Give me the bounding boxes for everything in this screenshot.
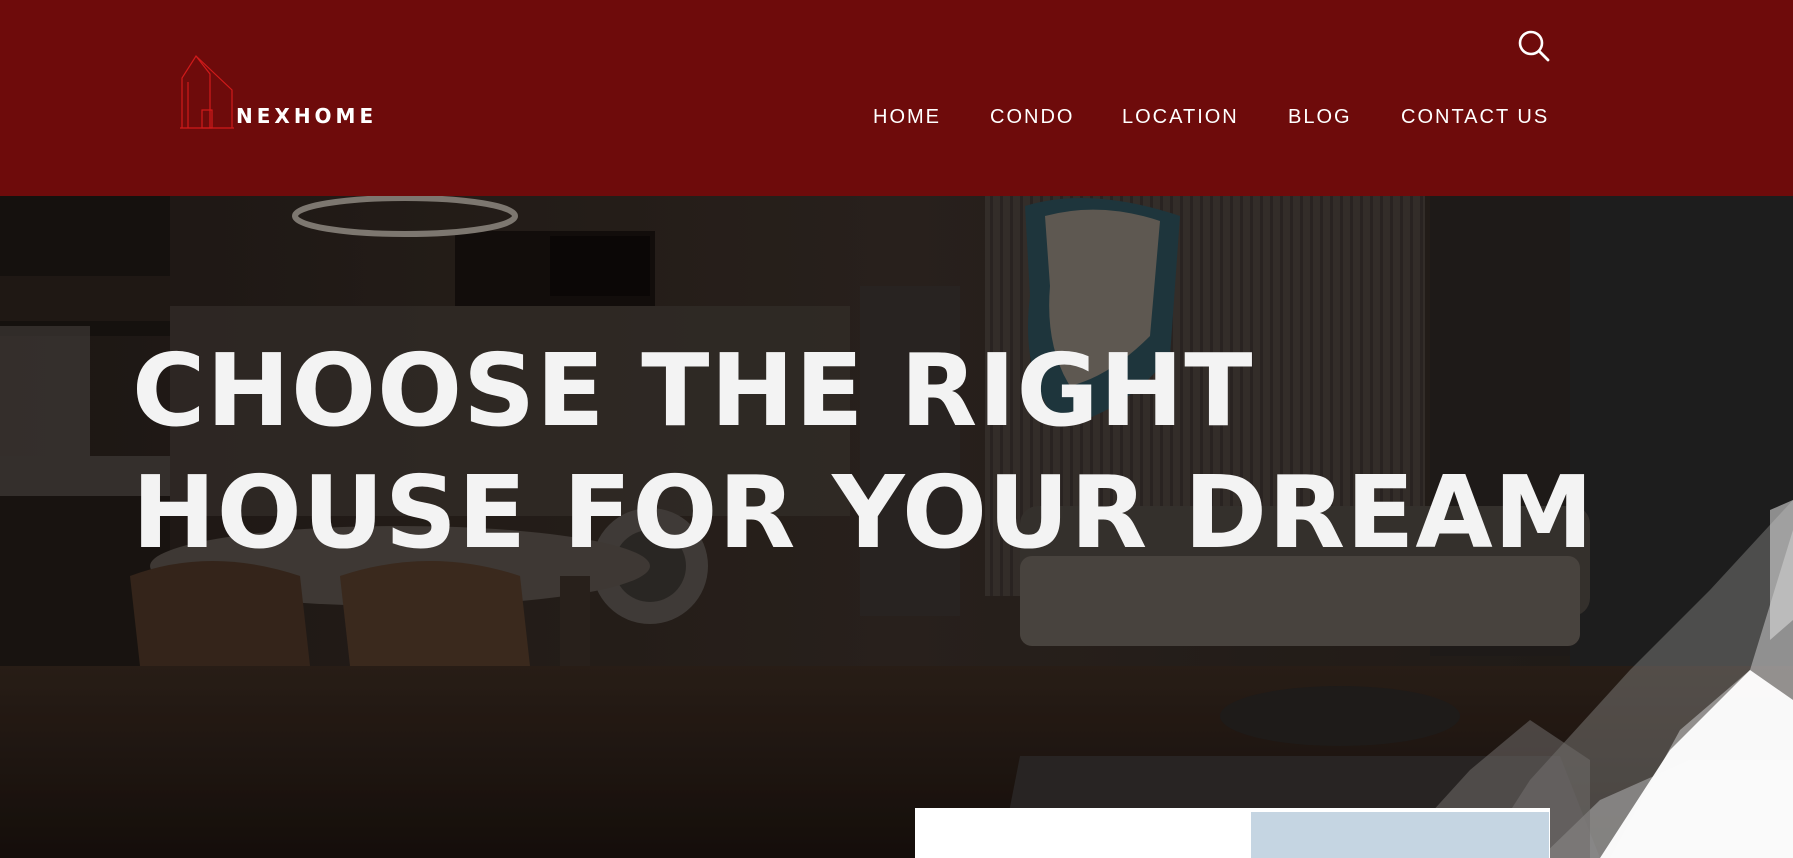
nav-home[interactable]: HOME (873, 106, 941, 129)
nav-condo[interactable]: CONDO (990, 106, 1074, 129)
nav-location[interactable]: LOCATION (1122, 106, 1239, 129)
nav-blog[interactable]: BLOG (1288, 106, 1352, 129)
hero-headline: CHOOSE THE RIGHT HOUSE FOR YOUR DREAM (132, 330, 1594, 574)
headline-line-1: CHOOSE THE RIGHT (132, 332, 1254, 449)
site-header: NEXHOME HOME CONDO LOCATION BLOG CONTACT… (0, 0, 1793, 196)
search-icon[interactable] (1516, 28, 1552, 64)
hero-card (915, 808, 1550, 858)
nav-contact-us[interactable]: CONTACT US (1401, 106, 1549, 129)
hero-card-image (1251, 812, 1549, 858)
headline-line-2: HOUSE FOR YOUR DREAM (132, 454, 1595, 571)
main-nav: HOME CONDO LOCATION BLOG CONTACT US (0, 106, 1793, 132)
